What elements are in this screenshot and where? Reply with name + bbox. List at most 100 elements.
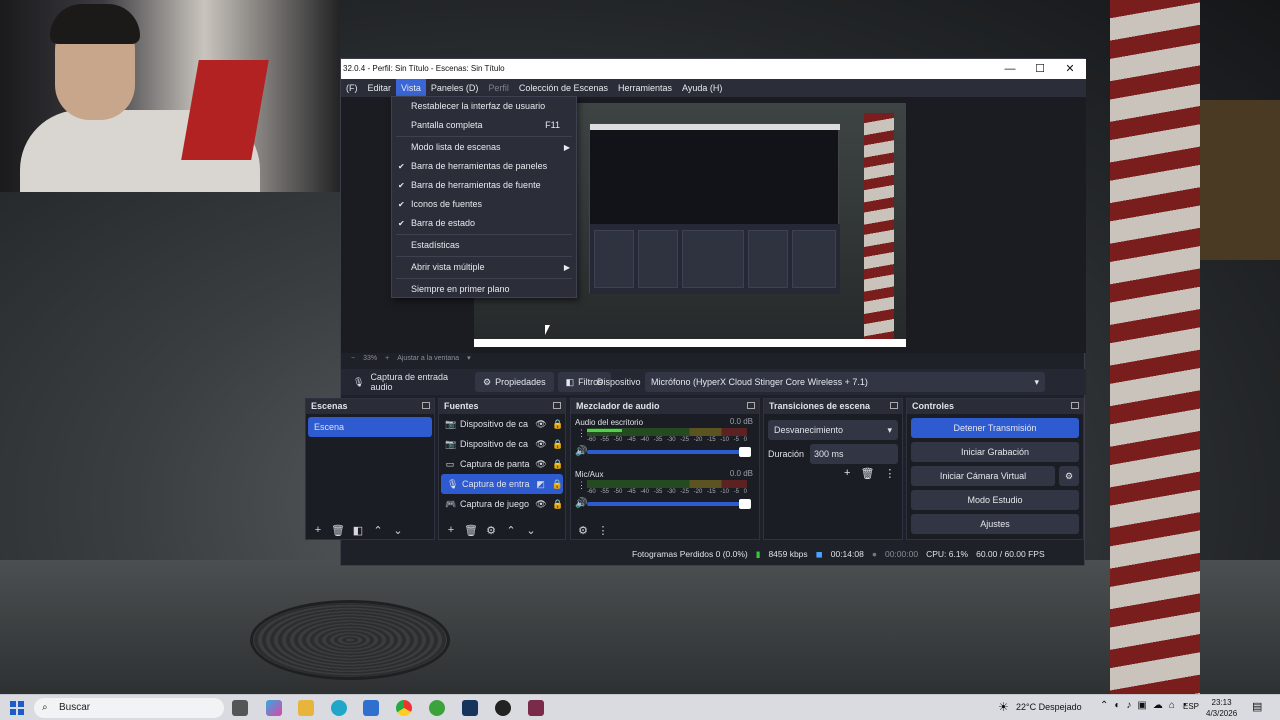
- trash-icon[interactable]: 🗑: [860, 467, 874, 480]
- menu-profile[interactable]: Perfil: [483, 79, 514, 97]
- notification-icon[interactable]: ▤: [1252, 700, 1262, 713]
- language-indicator[interactable]: ESP: [1183, 702, 1199, 711]
- gear-icon[interactable]: ⚙: [483, 524, 499, 537]
- menu-item-stats[interactable]: Estadísticas: [392, 236, 576, 255]
- menu-item-reset-ui[interactable]: Restablecer la interfaz de usuario: [392, 97, 576, 116]
- menu-item-multiview[interactable]: Abrir vista múltiple ▶: [392, 258, 576, 277]
- settings-button[interactable]: Ajustes: [911, 514, 1079, 534]
- system-tray-icons[interactable]: ⌃◐♪▣☁⌂◔: [1100, 700, 1193, 711]
- menu-tools[interactable]: Herramientas: [613, 79, 677, 97]
- file-explorer-icon[interactable]: [298, 700, 314, 716]
- menu-item-source-toolbar[interactable]: ✔ Barra de herramientas de fuente: [392, 176, 576, 195]
- eye-icon[interactable]: 👁: [535, 494, 547, 514]
- filter-icon[interactable]: ◧: [350, 524, 366, 537]
- menu-item-fullscreen[interactable]: Pantalla completa F11: [392, 116, 576, 135]
- chevron-down-icon[interactable]: ⌄: [523, 524, 539, 537]
- slider-knob[interactable]: [739, 447, 751, 457]
- trash-icon[interactable]: 🗑: [463, 524, 479, 537]
- maximize-button[interactable]: ☐: [1025, 59, 1055, 79]
- add-icon[interactable]: +: [443, 524, 459, 536]
- lock-icon[interactable]: 🔒: [552, 434, 564, 454]
- kebab-menu-icon[interactable]: ⋮: [884, 467, 895, 480]
- copilot-icon[interactable]: [266, 700, 282, 716]
- kebab-menu-icon[interactable]: ⋮: [577, 480, 586, 491]
- zoom-out-button[interactable]: −: [351, 355, 355, 362]
- chevron-up-icon[interactable]: ⌃: [370, 524, 386, 537]
- eye-hidden-icon[interactable]: ◩: [535, 474, 547, 494]
- device-select[interactable]: Micrófono (HyperX Cloud Stinger Core Wir…: [645, 372, 1045, 392]
- volume-slider[interactable]: [587, 499, 751, 509]
- eye-icon[interactable]: 👁: [535, 434, 547, 454]
- speaker-icon[interactable]: 🔊: [575, 498, 587, 509]
- kebab-menu-icon[interactable]: ⋮: [577, 428, 586, 439]
- speaker-icon[interactable]: 🔊: [575, 446, 587, 457]
- menu-item-always-on-top[interactable]: Siempre en primer plano: [392, 280, 576, 299]
- undock-icon[interactable]: [1071, 402, 1079, 409]
- zoom-in-button[interactable]: +: [385, 355, 389, 362]
- start-virtual-camera-button[interactable]: Iniciar Cámara Virtual: [911, 466, 1055, 486]
- advanced-audio-icon[interactable]: ⚙: [575, 524, 591, 537]
- lock-icon[interactable]: 🔒: [552, 494, 564, 514]
- app-icon[interactable]: [429, 700, 445, 716]
- game-icon[interactable]: [528, 700, 544, 716]
- start-recording-button[interactable]: Iniciar Grabación: [911, 442, 1079, 462]
- close-button[interactable]: ✕: [1055, 59, 1085, 79]
- duration-input[interactable]: 300 ms: [810, 444, 898, 464]
- window-titlebar[interactable]: 32.0.4 - Perfil: Sin Título - Escenas: S…: [341, 59, 1086, 79]
- undock-icon[interactable]: [747, 402, 755, 409]
- undock-icon[interactable]: [422, 402, 430, 409]
- webcam-chair: [181, 60, 269, 160]
- scene-item[interactable]: Escena: [308, 417, 432, 437]
- store-icon[interactable]: [363, 700, 379, 716]
- taskbar-search[interactable]: ⌕ Buscar: [34, 698, 224, 718]
- stop-streaming-button[interactable]: Detener Transmisión: [911, 418, 1079, 438]
- zoom-fit-select[interactable]: Ajustar a la ventana: [397, 355, 459, 362]
- source-item[interactable]: 📷 Dispositivo de ca 👁 🔒: [439, 434, 565, 454]
- menu-docks[interactable]: Paneles (D): [426, 79, 484, 97]
- kebab-menu-icon[interactable]: ⋮: [595, 524, 611, 537]
- windows-start-icon[interactable]: [10, 701, 24, 715]
- eye-icon[interactable]: 👁: [535, 414, 547, 434]
- source-item[interactable]: 🎮 Captura de juego 👁 🔒: [439, 494, 565, 514]
- menu-file[interactable]: (F): [341, 79, 363, 97]
- menu-item-dock-toolbar[interactable]: ✔ Barra de herramientas de paneles: [392, 157, 576, 176]
- source-item[interactable]: 📷 Dispositivo de ca 👁 🔒: [439, 414, 565, 434]
- minimize-button[interactable]: —: [995, 59, 1025, 79]
- menu-item-scene-list-mode[interactable]: Modo lista de escenas ▶: [392, 138, 576, 157]
- task-view-icon[interactable]: [232, 700, 248, 716]
- edge-icon[interactable]: [331, 700, 347, 716]
- gear-icon[interactable]: ⚙: [1059, 466, 1079, 486]
- undock-icon[interactable]: [553, 402, 561, 409]
- menu-scene-collection[interactable]: Colección de Escenas: [514, 79, 613, 97]
- source-item[interactable]: ▭ Captura de panta 👁 🔒: [439, 454, 565, 474]
- menu-item-source-icons[interactable]: ✔ Iconos de fuentes: [392, 195, 576, 214]
- undock-icon[interactable]: [890, 402, 898, 409]
- lock-icon[interactable]: 🔒: [552, 454, 564, 474]
- chevron-down-icon[interactable]: ⌄: [390, 524, 406, 537]
- chevron-down-icon[interactable]: ▾: [467, 354, 471, 362]
- slider-knob[interactable]: [739, 499, 751, 509]
- weather-label[interactable]: 22°C Despejado: [1016, 702, 1082, 712]
- chevron-up-icon[interactable]: ⌃: [503, 524, 519, 537]
- studio-mode-button[interactable]: Modo Estudio: [911, 490, 1079, 510]
- clock[interactable]: 23:13 4/3/2026: [1206, 697, 1237, 719]
- menu-item-status-bar[interactable]: ✔ Barra de estado: [392, 214, 576, 233]
- menu-view[interactable]: Vista: [396, 79, 426, 97]
- lock-icon[interactable]: 🔒: [551, 474, 563, 494]
- add-icon[interactable]: +: [844, 467, 850, 480]
- menu-help[interactable]: Ayuda (H): [677, 79, 727, 97]
- menu-edit[interactable]: Editar: [363, 79, 397, 97]
- trash-icon[interactable]: 🗑: [330, 524, 346, 537]
- menu-separator: [396, 256, 572, 257]
- transition-select[interactable]: Desvanecimiento ▾: [768, 420, 898, 440]
- eye-icon[interactable]: 👁: [535, 454, 547, 474]
- source-item-selected[interactable]: 🎙 Captura de entra ◩ 🔒: [441, 474, 563, 494]
- add-icon[interactable]: +: [310, 524, 326, 536]
- controls-header: Controles: [907, 399, 1083, 414]
- properties-button[interactable]: ⚙ Propiedades: [475, 372, 554, 392]
- chrome-icon[interactable]: [396, 700, 412, 716]
- steam-icon[interactable]: [462, 700, 478, 716]
- obs-icon[interactable]: [495, 700, 511, 716]
- volume-slider[interactable]: [587, 447, 751, 457]
- lock-icon[interactable]: 🔒: [552, 414, 564, 434]
